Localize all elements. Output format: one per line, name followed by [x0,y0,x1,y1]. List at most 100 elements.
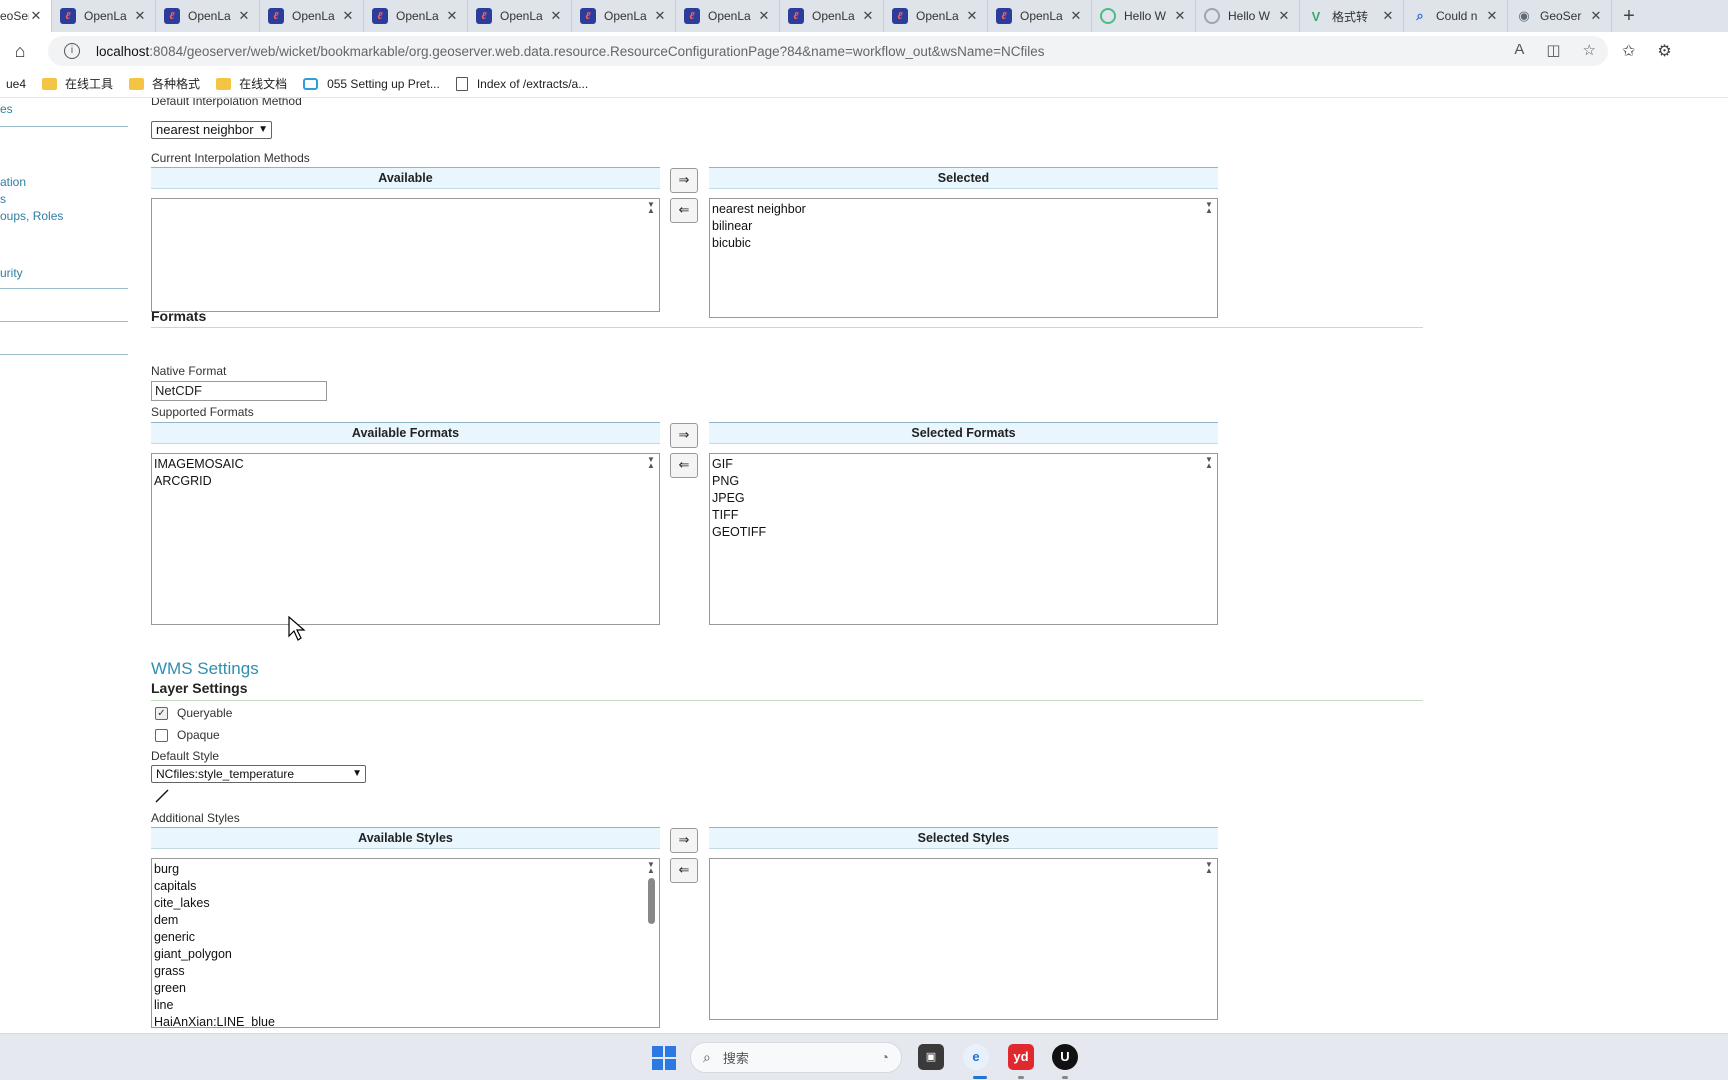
bookmark-item[interactable]: 在线文档 [216,75,287,92]
list-item[interactable]: PNG [712,473,1199,490]
native-format-input[interactable]: NetCDF [151,381,327,401]
list-item[interactable]: cite_lakes [154,895,641,912]
scrollbar[interactable]: ▲ ▼ [1202,199,1217,216]
styles-available-list[interactable]: burg capitals cite_lakes dem generic giant_po… [151,858,660,1028]
browser-tab[interactable]: eoSer ✕ [0,0,52,32]
bookmark-item[interactable]: 在线工具 [42,75,113,92]
list-item[interactable]: GIF [712,456,1199,473]
close-icon[interactable]: ✕ [1381,8,1395,24]
close-icon[interactable]: ✕ [861,8,875,24]
taskbar-search[interactable]: ⌕ 搜索 ◔ [690,1042,902,1073]
scroll-down-icon[interactable]: ▼ [647,454,655,468]
browser-tab[interactable]: ⌕ Could n ✕ [1404,0,1508,32]
formats-remove-button[interactable]: ⇐ [670,453,698,478]
sidebar-link-security[interactable]: urity [0,266,23,280]
close-icon[interactable]: ✕ [445,8,459,24]
list-item[interactable]: TIFF [712,507,1199,524]
interpolation-selected-list[interactable]: nearest neighbor bilinear bicubic ▲ ▼ [709,198,1218,318]
list-item[interactable]: giant_polygon [154,946,641,963]
bookmark-item[interactable]: ue4 [6,77,26,91]
sidebar-link-authentication[interactable]: ation [0,175,26,189]
browser-tab[interactable]: ℓ OpenLa ✕ [364,0,468,32]
interpolation-available-list[interactable]: ▲ ▼ [151,198,660,312]
list-item[interactable]: grass [154,963,641,980]
scroll-down-icon[interactable]: ▼ [1205,199,1213,213]
close-icon[interactable]: ✕ [133,8,147,24]
list-item[interactable]: capitals [154,878,641,895]
scroll-down-icon[interactable]: ▼ [1205,859,1213,873]
default-style-select[interactable]: NCfiles:style_temperature ▼ [151,765,366,783]
list-item[interactable]: burg [154,861,641,878]
split-screen-icon[interactable]: ◫ [1546,41,1560,59]
scroll-down-icon[interactable]: ▼ [647,859,655,873]
default-interpolation-select[interactable]: nearest neighbor ▼ [151,121,272,139]
formats-selected-list[interactable]: GIF PNG JPEG TIFF GEOTIFF ▲ ▼ [709,453,1218,625]
sidebar-link-passwords[interactable]: s [0,192,6,206]
close-icon[interactable]: ✕ [653,8,667,24]
interpolation-remove-button[interactable]: ⇐ [670,198,698,223]
styles-add-button[interactable]: ⇒ [670,828,698,853]
browser-tab[interactable]: ℓ OpenLa ✕ [572,0,676,32]
site-info-icon[interactable]: i [64,43,80,59]
scrollbar-thumb[interactable] [648,878,655,924]
checkbox-checked-icon[interactable]: ✓ [155,706,168,720]
close-icon[interactable]: ✕ [549,8,563,24]
sidebar-link-users-groups-roles[interactable]: oups, Roles [0,209,63,223]
bookmark-item[interactable]: Index of /extracts/a... [455,76,588,91]
close-icon[interactable]: ✕ [757,8,771,24]
browser-tab[interactable]: Hello W ✕ [1092,0,1196,32]
browser-tab[interactable]: ℓ OpenLa ✕ [156,0,260,32]
scrollbar[interactable]: ▲ ▼ [1202,454,1217,471]
queryable-checkbox[interactable]: ✓ Queryable [155,706,232,720]
home-icon[interactable]: ⌂ [0,41,40,62]
close-icon[interactable]: ✕ [1069,8,1083,24]
scrollbar[interactable]: ▲ ▼ [644,859,659,924]
scroll-down-icon[interactable]: ▼ [1205,454,1213,468]
browser-tab[interactable]: Hello W ✕ [1196,0,1300,32]
list-item[interactable]: green [154,980,641,997]
close-icon[interactable]: ✕ [1277,8,1291,24]
scrollbar[interactable]: ▲ ▼ [644,199,659,216]
close-icon[interactable]: ✕ [1173,8,1187,24]
interpolation-add-button[interactable]: ⇒ [670,168,698,193]
new-tab-icon[interactable]: + [1612,0,1646,32]
list-item[interactable]: JPEG [712,490,1199,507]
formats-available-list[interactable]: IMAGEMOSAIC ARCGRID ▲ ▼ [151,453,660,625]
url-field[interactable]: i localhost:8084/geoserver/web/wicket/bo… [48,36,1608,66]
checkbox-unchecked-icon[interactable] [155,728,168,742]
list-item[interactable]: dem [154,912,641,929]
edge-browser-icon[interactable]: e [963,1044,989,1070]
close-icon[interactable]: ✕ [29,8,43,24]
favorite-star-icon[interactable]: ☆ [1583,41,1596,59]
extensions-icon[interactable]: ⚙ [1657,41,1671,61]
unreal-engine-icon[interactable]: U [1052,1044,1078,1070]
task-view-icon[interactable]: ▣ [918,1044,944,1070]
styles-remove-button[interactable]: ⇐ [670,858,698,883]
browser-tab[interactable]: V 格式转 ✕ [1300,0,1404,32]
list-item[interactable]: bicubic [712,235,1199,252]
scrollbar[interactable]: ▲ ▼ [644,454,659,471]
browser-tab[interactable]: ℓ OpenLa ✕ [780,0,884,32]
youdao-icon[interactable]: yd [1008,1044,1034,1070]
list-item[interactable]: GEOTIFF [712,524,1199,541]
browser-tab[interactable]: ℓ OpenLa ✕ [676,0,780,32]
close-icon[interactable]: ✕ [965,8,979,24]
formats-add-button[interactable]: ⇒ [670,423,698,448]
sidebar-link-layers[interactable]: es [0,102,13,116]
opaque-checkbox[interactable]: Opaque [155,728,220,742]
scroll-down-icon[interactable]: ▼ [647,199,655,213]
close-icon[interactable]: ✕ [1589,8,1603,24]
list-item[interactable]: bilinear [712,218,1199,235]
list-item[interactable]: HaiAnXian:LINE_blue [154,1014,641,1027]
list-item[interactable]: line [154,997,641,1014]
close-icon[interactable]: ✕ [1485,8,1499,24]
scrollbar[interactable]: ▲ ▼ [1202,859,1217,876]
browser-tab[interactable]: ℓ OpenLa ✕ [988,0,1092,32]
list-item[interactable]: IMAGEMOSAIC [154,456,641,473]
close-icon[interactable]: ✕ [341,8,355,24]
browser-tab[interactable]: ℓ OpenLa ✕ [884,0,988,32]
close-icon[interactable]: ✕ [237,8,251,24]
browser-tab[interactable]: ℓ OpenLa ✕ [468,0,572,32]
browser-tab[interactable]: ℓ OpenLa ✕ [260,0,364,32]
list-item[interactable]: ARCGRID [154,473,641,490]
